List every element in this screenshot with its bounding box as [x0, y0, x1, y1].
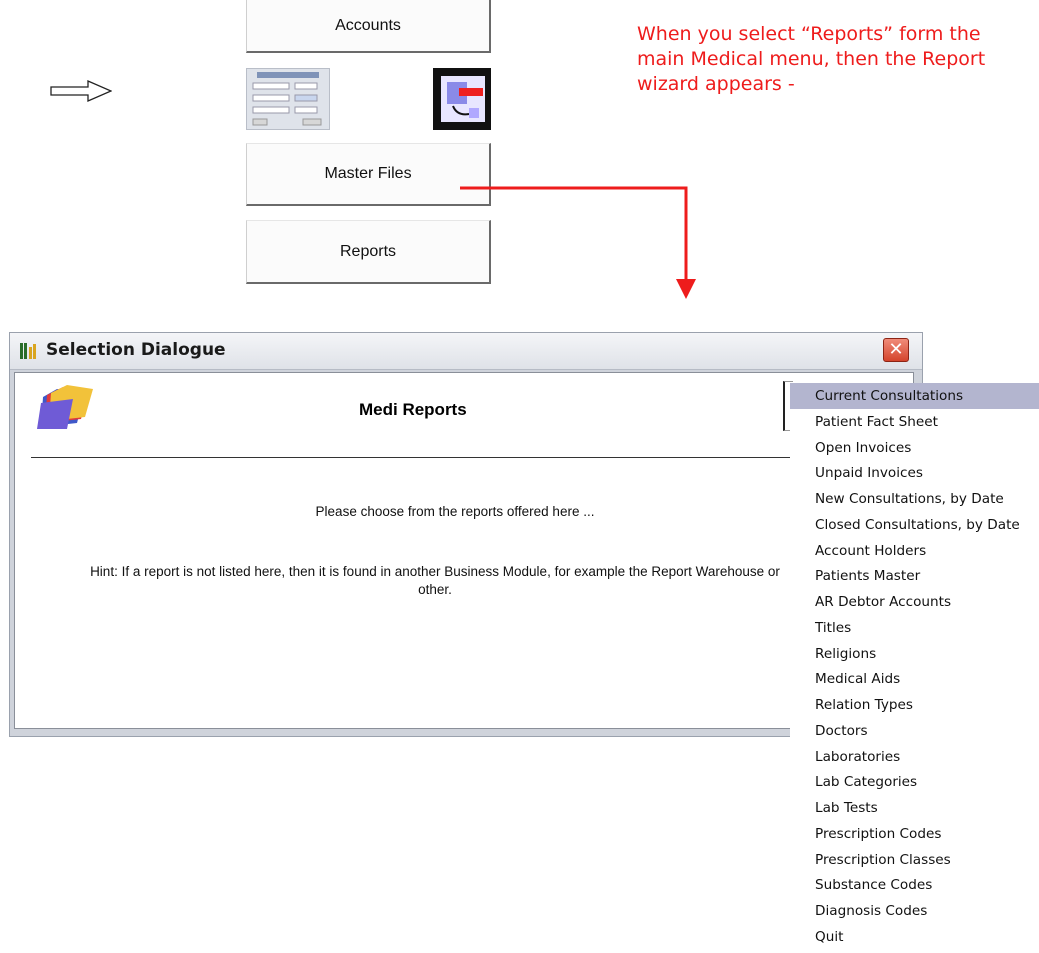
list-item[interactable]: Substance Codes [790, 872, 1039, 898]
list-item[interactable]: Patients Master [790, 563, 1039, 589]
instruction-text: Please choose from the reports offered h… [315, 504, 595, 519]
hint-text: Hint: If a report is not listed here, th… [90, 564, 780, 597]
list-item[interactable]: Account Holders [790, 538, 1039, 564]
dialog-titlebar[interactable]: Selection Dialogue ✕ [10, 333, 922, 370]
list-item[interactable]: New Consultations, by Date [790, 486, 1039, 512]
folder-icon [37, 385, 93, 429]
dialog-body: Medi Reports Please choose from the repo… [14, 372, 914, 729]
dialog-title: Selection Dialogue [46, 340, 226, 360]
list-item[interactable]: AR Debtor Accounts [790, 589, 1039, 615]
list-item[interactable]: Laboratories [790, 744, 1039, 770]
list-item[interactable]: Lab Categories [790, 769, 1039, 795]
list-item[interactable]: Patient Fact Sheet [790, 409, 1039, 435]
list-item[interactable]: Doctors [790, 718, 1039, 744]
close-icon: ✕ [888, 339, 904, 360]
list-item[interactable]: Closed Consultations, by Date [790, 512, 1039, 538]
list-item[interactable]: Prescription Classes [790, 847, 1039, 873]
heading-divider [31, 457, 891, 458]
list-item[interactable]: Unpaid Invoices [790, 460, 1039, 486]
list-item[interactable]: Relation Types [790, 692, 1039, 718]
list-item[interactable]: Diagnosis Codes [790, 898, 1039, 924]
dialog-heading: Medi Reports [359, 400, 467, 419]
list-item[interactable]: Titles [790, 615, 1039, 641]
list-item[interactable]: Open Invoices [790, 435, 1039, 461]
list-item[interactable]: Lab Tests [790, 795, 1039, 821]
list-item[interactable]: Medical Aids [790, 666, 1039, 692]
close-button[interactable]: ✕ [883, 338, 909, 362]
list-item[interactable]: Quit [790, 924, 1039, 950]
report-dropdown-list[interactable]: Current Consultations Patient Fact Sheet… [790, 383, 1039, 953]
selection-dialog: Selection Dialogue ✕ Medi Reports Please… [9, 332, 923, 737]
list-item[interactable]: Current Consultations [790, 383, 1039, 409]
list-item[interactable]: Religions [790, 641, 1039, 667]
app-icon [20, 343, 36, 359]
list-item[interactable]: Prescription Codes [790, 821, 1039, 847]
